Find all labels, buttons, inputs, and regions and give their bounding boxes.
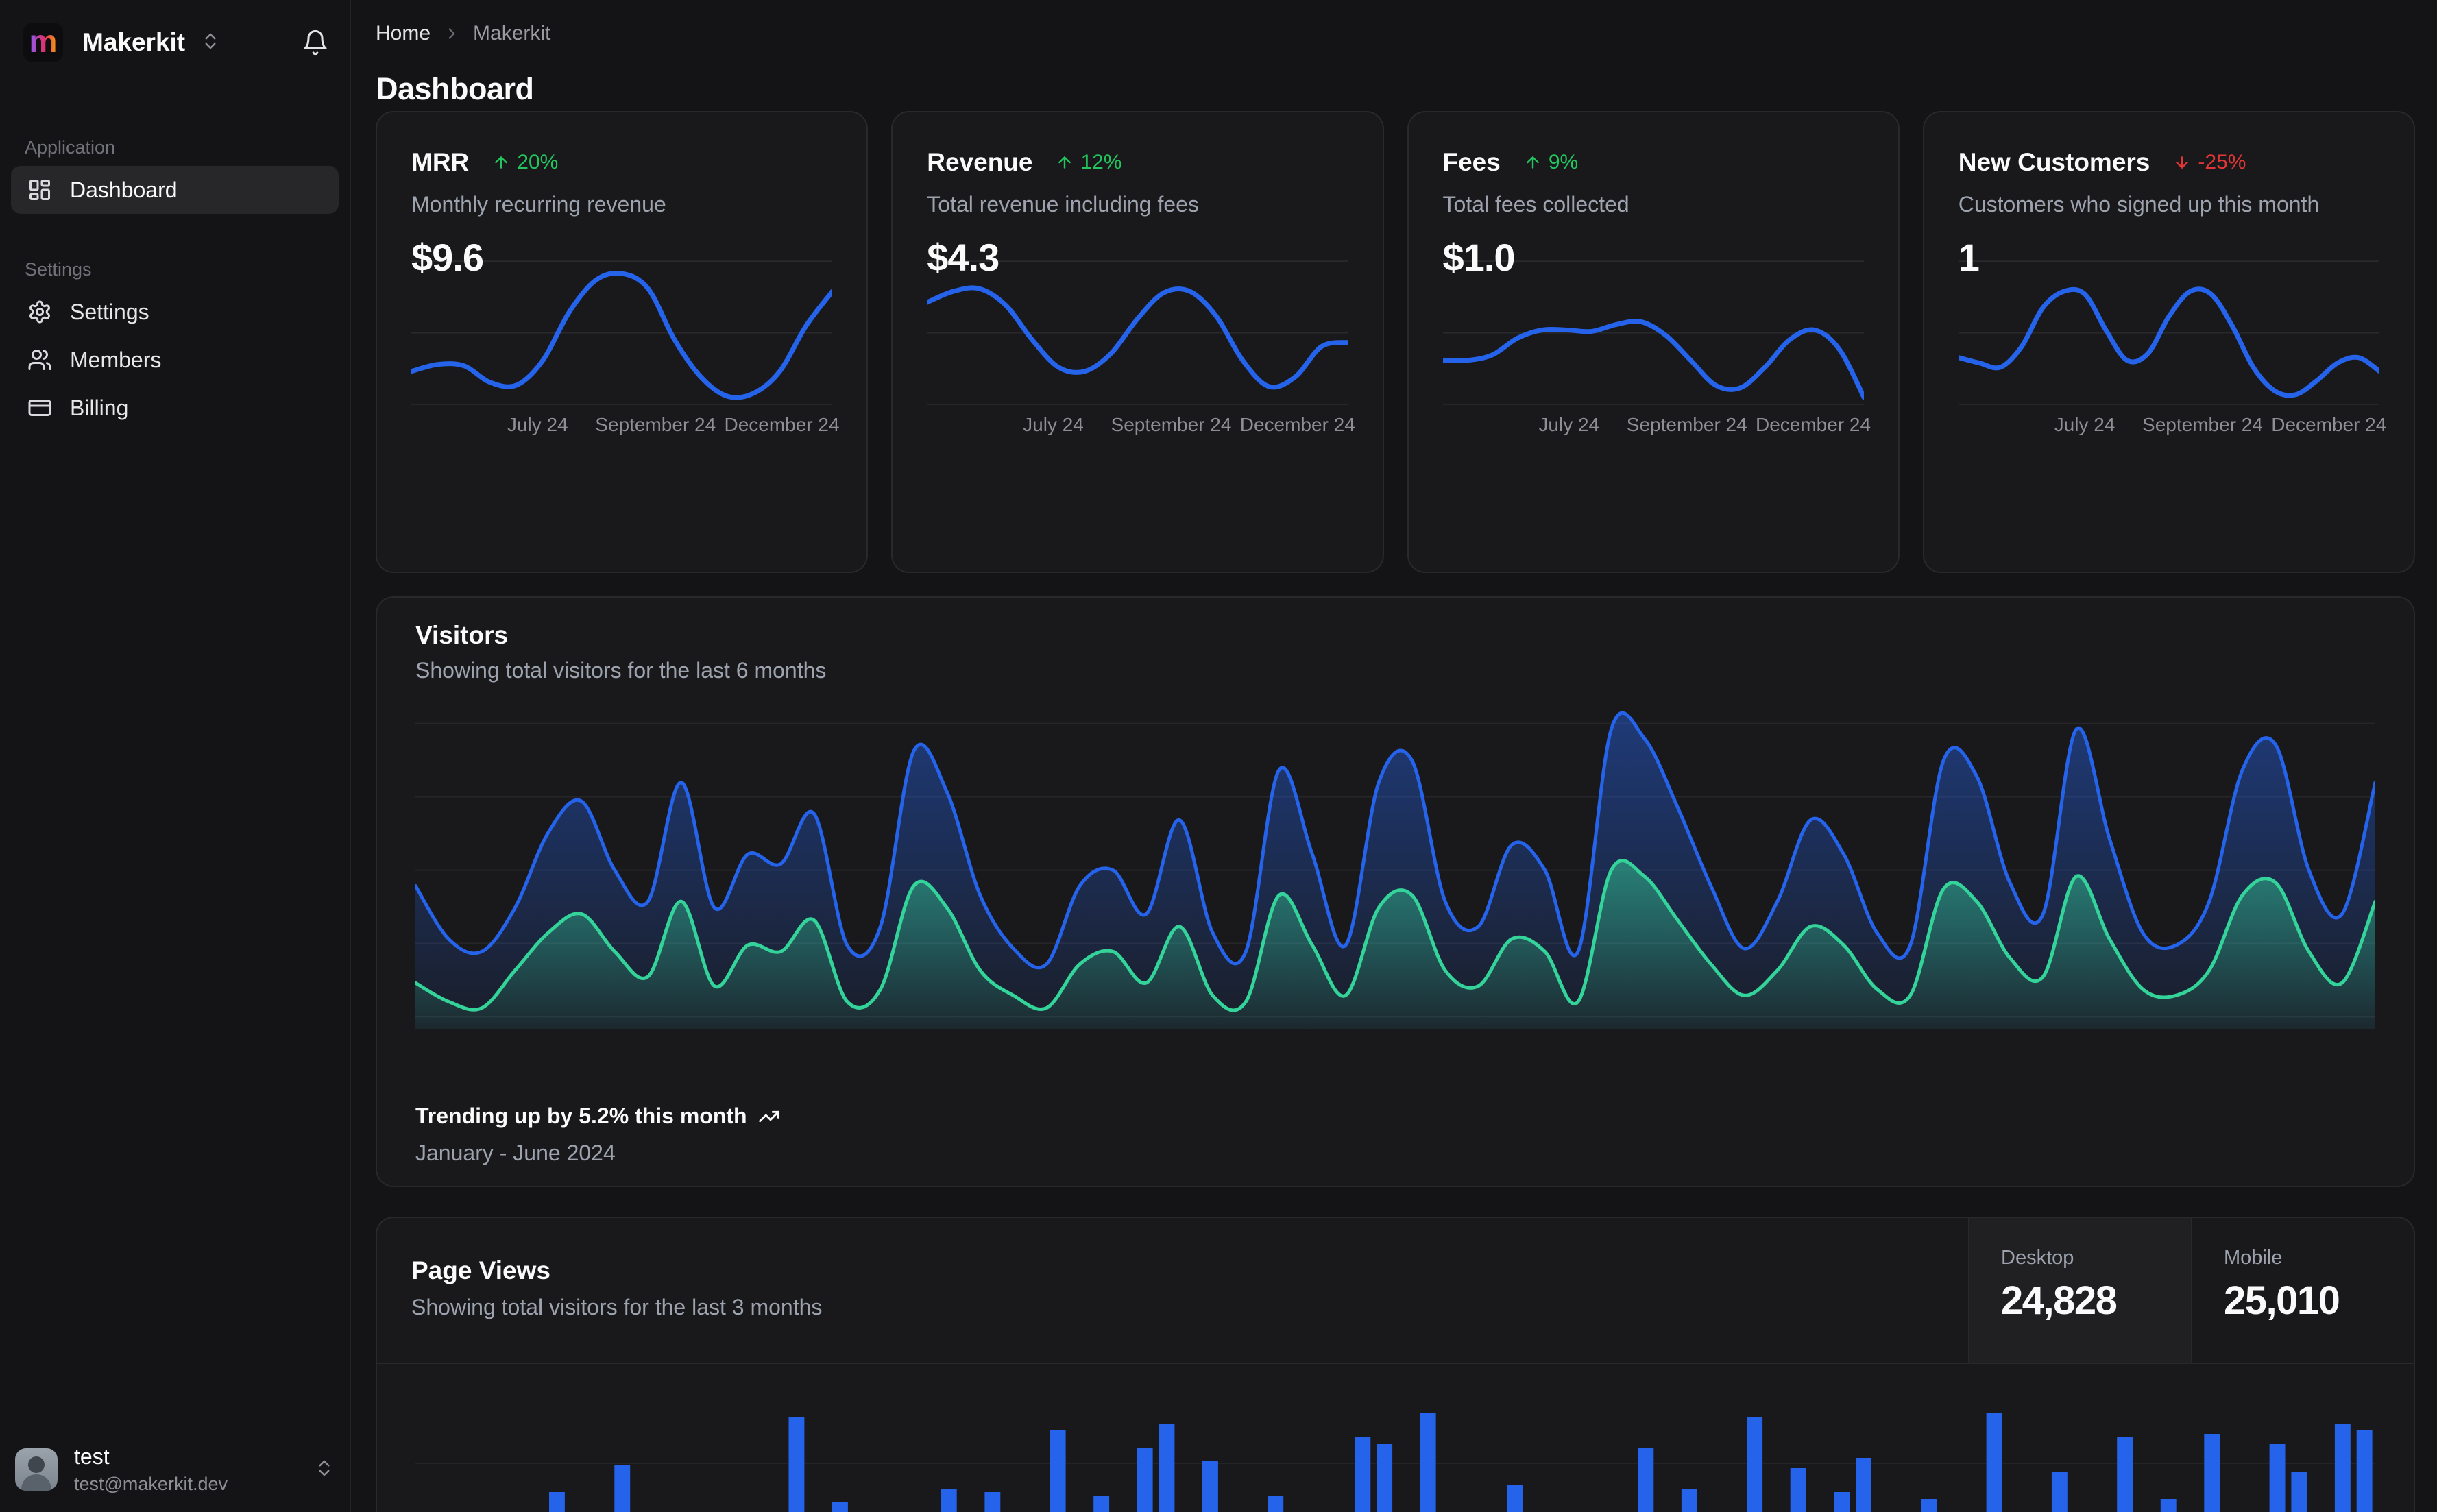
toggle-mobile[interactable]: Mobile 25,010 [2191, 1218, 2414, 1363]
notifications-bell-icon[interactable] [302, 29, 329, 56]
revenue-sparkline [927, 260, 1348, 406]
axis-tick-label: December 24 [724, 414, 840, 435]
toggle-value: 25,010 [2224, 1278, 2340, 1323]
toggle-desktop[interactable]: Desktop 24,828 [1968, 1218, 2191, 1363]
visitors-trend: Trending up by 5.2% this month [415, 1103, 780, 1129]
stat-subtitle: Total fees collected [1442, 192, 1629, 217]
gear-icon [27, 300, 52, 324]
stat-card-new-customers: New Customers -25% Customers who signed … [1922, 111, 2415, 573]
page-views-subtitle: Showing total visitors for the last 3 mo… [411, 1295, 823, 1319]
sidebar-item-settings[interactable]: Settings [11, 288, 339, 336]
toggle-label: Desktop [2001, 1247, 2074, 1269]
makerkit-logo[interactable]: m [23, 23, 63, 62]
arrow-down-icon [2176, 156, 2189, 169]
stat-subtitle: Total revenue including fees [927, 192, 1199, 217]
stat-change-badge: 9% [1524, 151, 1578, 174]
stat-card-fees: Fees 9% Total fees collected $1.0 July 2… [1407, 111, 1900, 573]
page-views-toggles: Desktop 24,828 Mobile 25,010 [1968, 1218, 2414, 1363]
axis-tick-label: September 24 [595, 414, 716, 435]
dashboard-page: m Makerkit Application Dashboard Setting… [0, 0, 2437, 1512]
toggle-label: Mobile [2224, 1247, 2283, 1269]
breadcrumb: Home Makerkit [376, 22, 550, 45]
page-title: Dashboard [376, 71, 534, 107]
revenue-sparkline-ticks: July 24 September 24 December 24 [927, 414, 1355, 441]
sidebar-item-members[interactable]: Members [11, 336, 339, 384]
sidebar-item-label: Members [70, 347, 162, 372]
chevrons-up-down-icon[interactable] [200, 31, 221, 55]
trending-up-icon [758, 1110, 779, 1122]
sidebar-item-billing[interactable]: Billing [11, 384, 339, 432]
sidebar-section-application: Application [25, 137, 116, 158]
stat-change-badge: 12% [1056, 151, 1122, 174]
page-views-card: Page Views Showing total visitors for th… [376, 1217, 2415, 1512]
axis-tick-label: December 24 [1239, 414, 1355, 435]
stat-title: MRR [411, 148, 470, 176]
sidebar: m Makerkit Application Dashboard Setting… [0, 0, 351, 1512]
user-email: test@makerkit.dev [74, 1473, 228, 1494]
chevrons-up-down-icon [314, 1458, 335, 1482]
layout-dashboard-icon [27, 178, 52, 202]
stat-cards-row: MRR 20% Monthly recurring revenue $9.6 J… [376, 111, 2415, 573]
stat-card-mrr: MRR 20% Monthly recurring revenue $9.6 J… [376, 111, 869, 573]
stat-change-badge: -25% [2173, 151, 2246, 174]
stat-title: Revenue [927, 148, 1033, 176]
axis-tick-label: July 24 [2054, 414, 2115, 435]
sidebar-nav-settings: Settings Members Billing [11, 288, 339, 432]
axis-tick-label: July 24 [507, 414, 568, 435]
stat-subtitle: Monthly recurring revenue [411, 192, 666, 217]
sidebar-item-label: Billing [70, 395, 129, 420]
fees-sparkline-ticks: July 24 September 24 December 24 [1443, 414, 1871, 441]
breadcrumb-home-link[interactable]: Home [376, 22, 431, 45]
sidebar-header: m Makerkit [23, 21, 329, 64]
axis-tick-label: December 24 [2271, 414, 2387, 435]
new-customers-sparkline [1958, 260, 2379, 406]
team-selector-label[interactable]: Makerkit [82, 28, 185, 57]
sidebar-item-label: Settings [70, 299, 149, 324]
fees-sparkline [1442, 260, 1864, 406]
sidebar-nav-application: Dashboard [11, 166, 339, 214]
axis-tick-label: September 24 [1111, 414, 1232, 435]
stat-subtitle: Customers who signed up this month [1958, 192, 2320, 217]
user-meta: test test@makerkit.dev [74, 1444, 228, 1495]
stat-title: Fees [1442, 148, 1501, 176]
sidebar-item-label: Dashboard [70, 177, 178, 202]
axis-tick-label: July 24 [1023, 414, 1084, 435]
user-avatar [15, 1448, 58, 1491]
axis-tick-label: December 24 [1755, 414, 1871, 435]
credit-card-icon [27, 395, 52, 420]
visitors-card: Visitors Showing total visitors for the … [376, 596, 2415, 1187]
stat-change-badge: 20% [492, 151, 558, 174]
axis-tick-label: September 24 [1626, 414, 1747, 435]
breadcrumb-current: Makerkit [473, 22, 551, 45]
user-menu[interactable]: test test@makerkit.dev [15, 1442, 335, 1497]
page-views-bar-chart [415, 1363, 2375, 1512]
visitors-area-chart [415, 711, 2375, 1029]
stat-card-revenue: Revenue 12% Total revenue including fees… [891, 111, 1384, 573]
makerkit-logo-glyph: m [29, 23, 58, 59]
arrow-up-icon [1058, 156, 1071, 169]
page-views-header: Page Views Showing total visitors for th… [377, 1218, 2414, 1364]
page-views-title: Page Views [411, 1256, 550, 1284]
arrow-up-icon [1527, 156, 1539, 169]
visitors-title: Visitors [415, 621, 509, 649]
visitors-period: January - June 2024 [415, 1141, 616, 1165]
user-name: test [74, 1444, 110, 1470]
users-icon [27, 347, 52, 372]
sidebar-item-dashboard[interactable]: Dashboard [11, 166, 339, 214]
sidebar-section-settings: Settings [25, 259, 92, 280]
mrr-sparkline-ticks: July 24 September 24 December 24 [411, 414, 840, 441]
toggle-value: 24,828 [2001, 1278, 2118, 1323]
axis-tick-label: July 24 [1538, 414, 1600, 435]
chevron-right-icon [443, 25, 461, 42]
mrr-sparkline [411, 260, 833, 406]
axis-tick-label: September 24 [2142, 414, 2263, 435]
new-customers-sparkline-ticks: July 24 September 24 December 24 [1959, 414, 2387, 441]
arrow-up-icon [495, 156, 508, 169]
visitors-subtitle: Showing total visitors for the last 6 mo… [415, 658, 827, 683]
stat-title: New Customers [1958, 148, 2150, 176]
